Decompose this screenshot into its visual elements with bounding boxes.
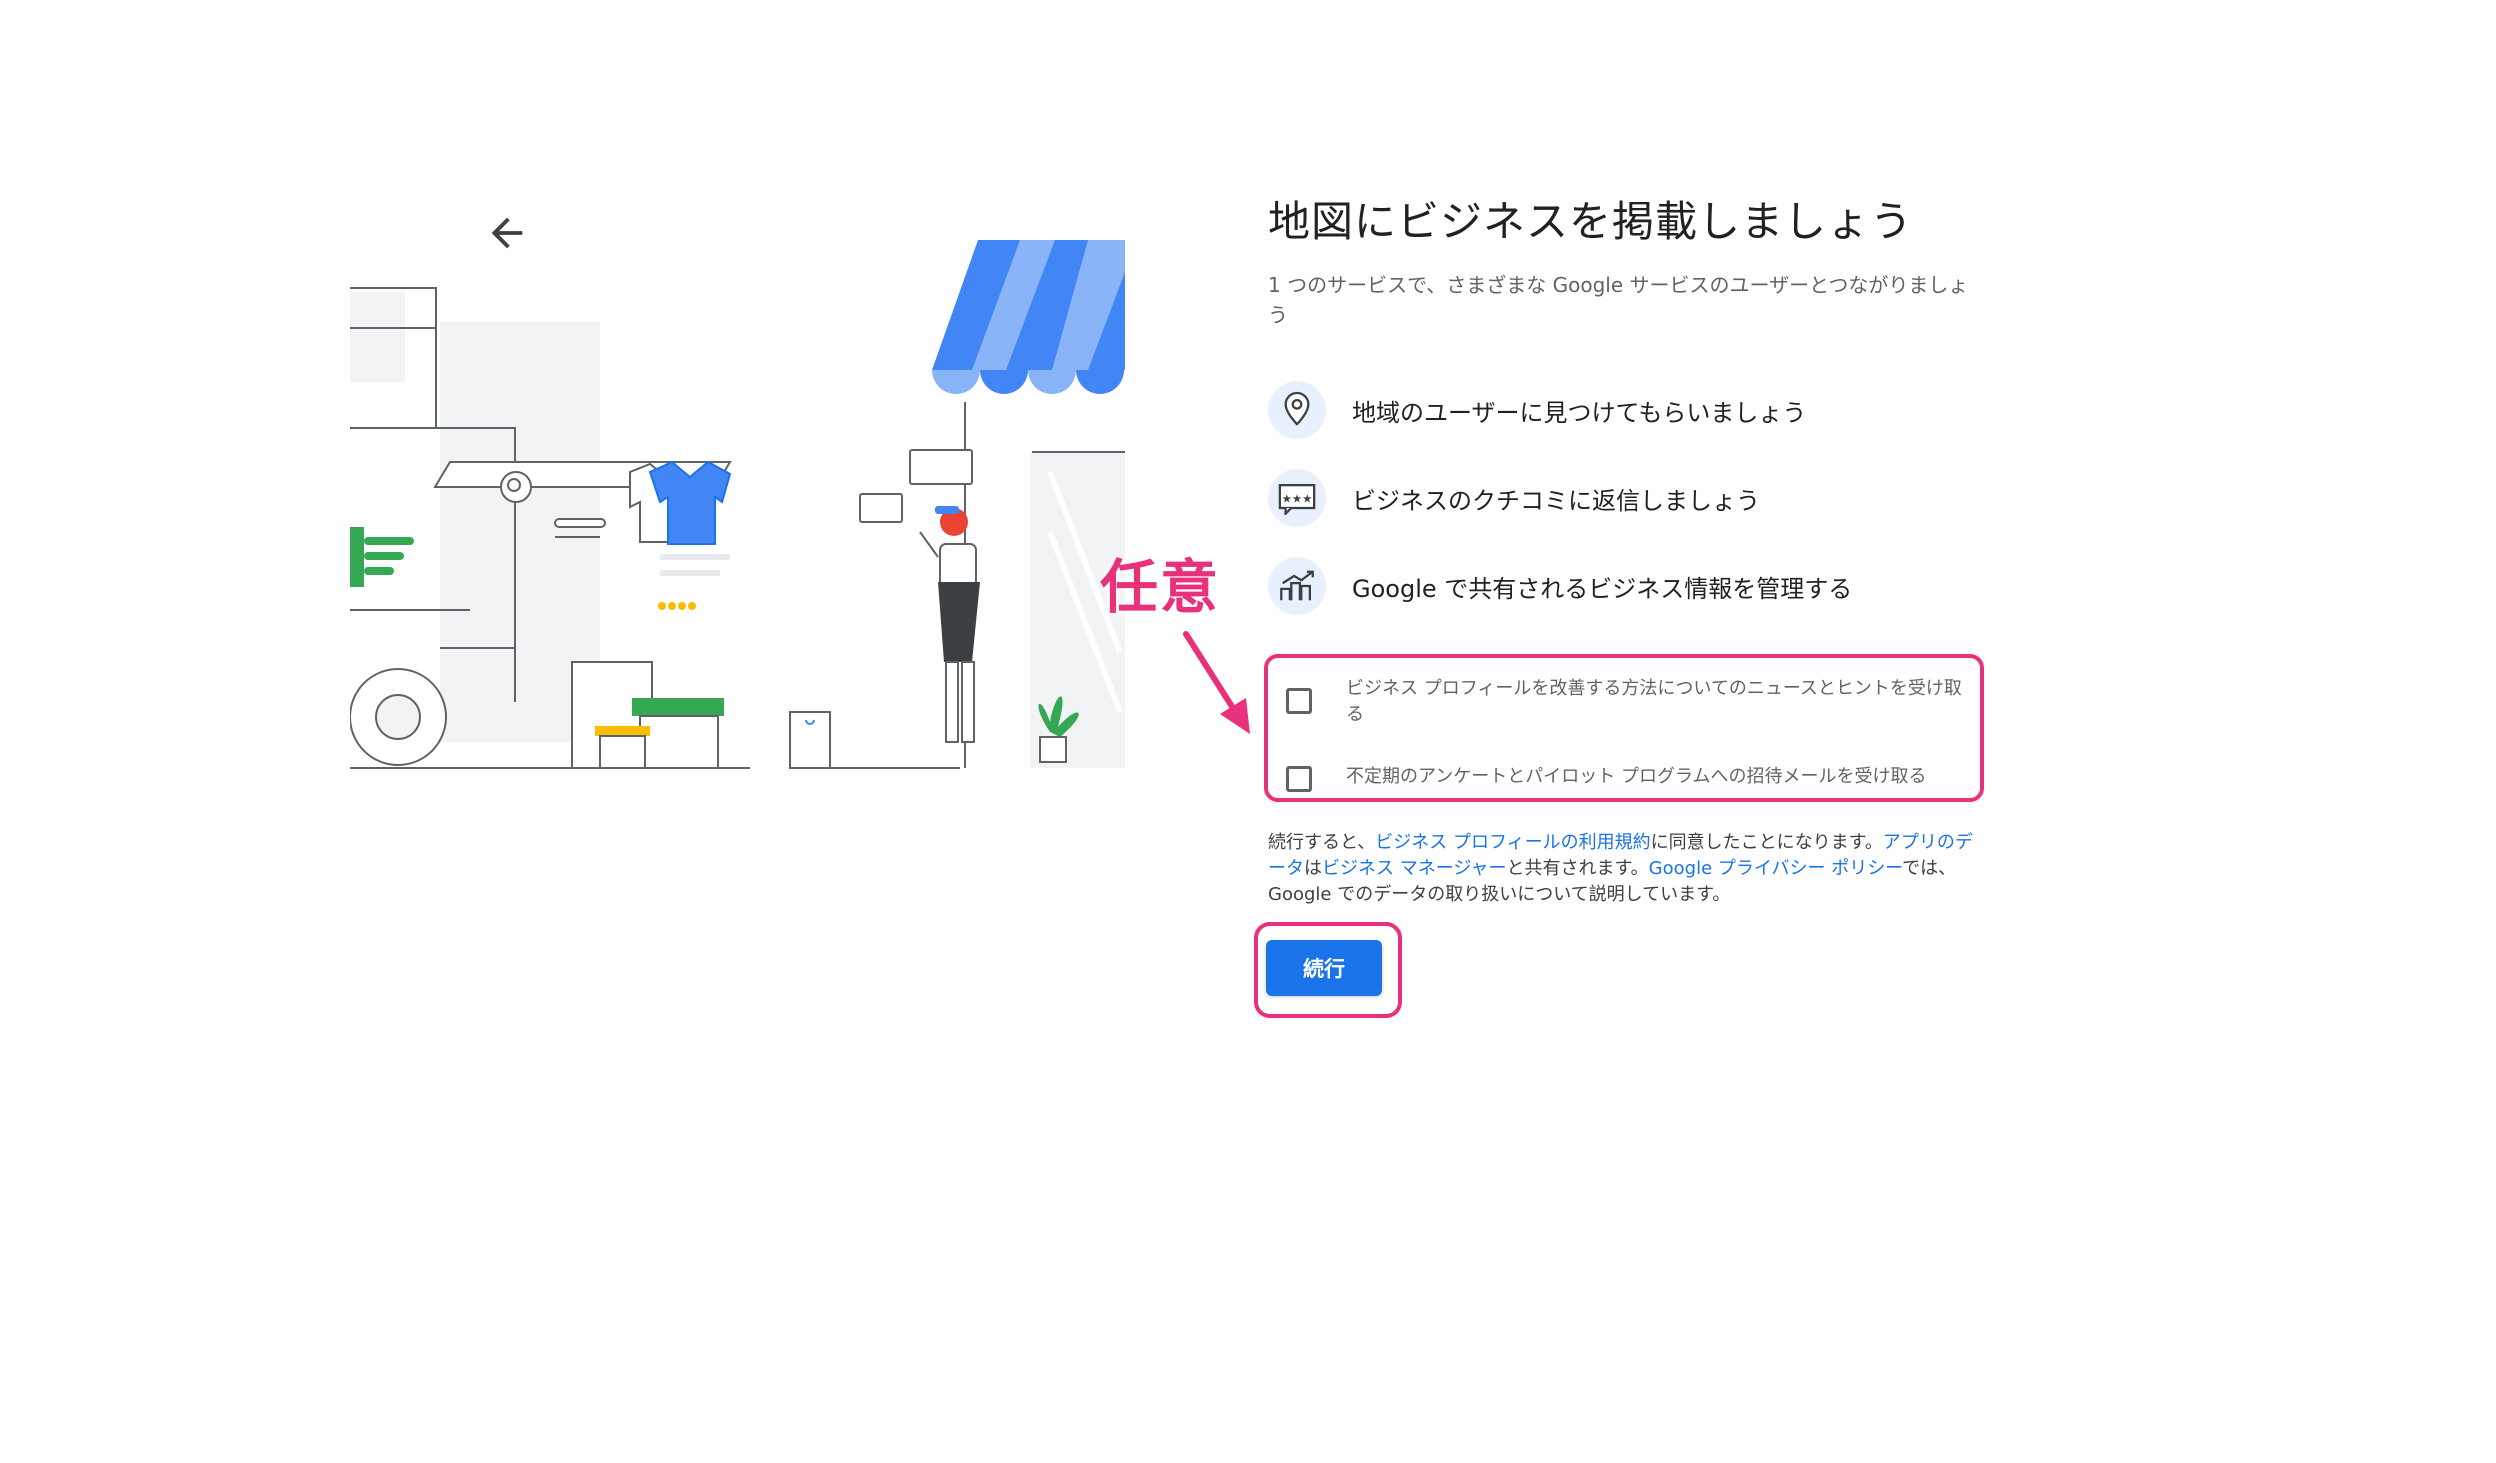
annotation-arrow-icon (1183, 631, 1250, 734)
review-bubble-icon: ★★★ (1268, 469, 1326, 527)
survey-invite-label: 不定期のアンケートとパイロット プログラムへの招待メールを受け取る (1346, 766, 1927, 787)
feature-item: Google で共有されるビジネス情報を管理する (1268, 554, 1852, 618)
storefront-illustration (350, 240, 1125, 769)
feature-item: 地域のユーザーに見つけてもらいましょう (1268, 378, 1806, 442)
feature-label: Google で共有されるビジネス情報を管理する (1352, 574, 1853, 603)
terms-link[interactable]: ビジネス プロフィールの利用規約 (1375, 832, 1650, 853)
map-pin-icon (1268, 381, 1326, 439)
news-tips-checkbox[interactable] (1286, 688, 1312, 714)
legal-text: に同意したことになります。 (1650, 832, 1883, 853)
privacy-policy-link[interactable]: Google プライバシー ポリシー (1649, 858, 1902, 879)
survey-invite-checkbox[interactable] (1286, 766, 1312, 792)
feature-label: ビジネスのクチコミに返信しましょう (1352, 486, 1760, 515)
feature-label: 地域のユーザーに見つけてもらいましょう (1352, 398, 1807, 427)
legal-text: と共有されます。 (1506, 858, 1649, 879)
growth-chart-icon (1268, 557, 1326, 615)
news-tips-option[interactable]: ビジネス プロフィールを改善する方法についてのニュースとヒントを受け取る (1286, 676, 1976, 728)
legal-text: 続行すると、 (1268, 832, 1376, 853)
annotation-label: 任意 (1100, 553, 1221, 621)
legal-notice: 続行すると、ビジネス プロフィールの利用規約に同意したことになります。アプリのデ… (1268, 830, 1978, 908)
continue-button[interactable]: 続行 (1266, 940, 1382, 996)
svg-text:★★★: ★★★ (1282, 491, 1313, 505)
page-title: 地図にビジネスを掲載しましょう (1268, 197, 1914, 246)
business-manager-link[interactable]: ビジネス マネージャー (1322, 858, 1506, 879)
legal-text: は (1304, 858, 1322, 879)
page-subtitle: 1 つのサービスで、さまざまな Google サービスのユーザーとつながりましょ… (1268, 273, 1969, 327)
news-tips-label: ビジネス プロフィールを改善する方法についてのニュースとヒントを受け取る (1346, 678, 1962, 725)
survey-invite-option[interactable]: 不定期のアンケートとパイロット プログラムへの招待メールを受け取る (1286, 764, 1976, 792)
feature-item: ★★★ ビジネスのクチコミに返信しましょう (1268, 466, 1760, 530)
green-sign-icon (350, 527, 414, 587)
